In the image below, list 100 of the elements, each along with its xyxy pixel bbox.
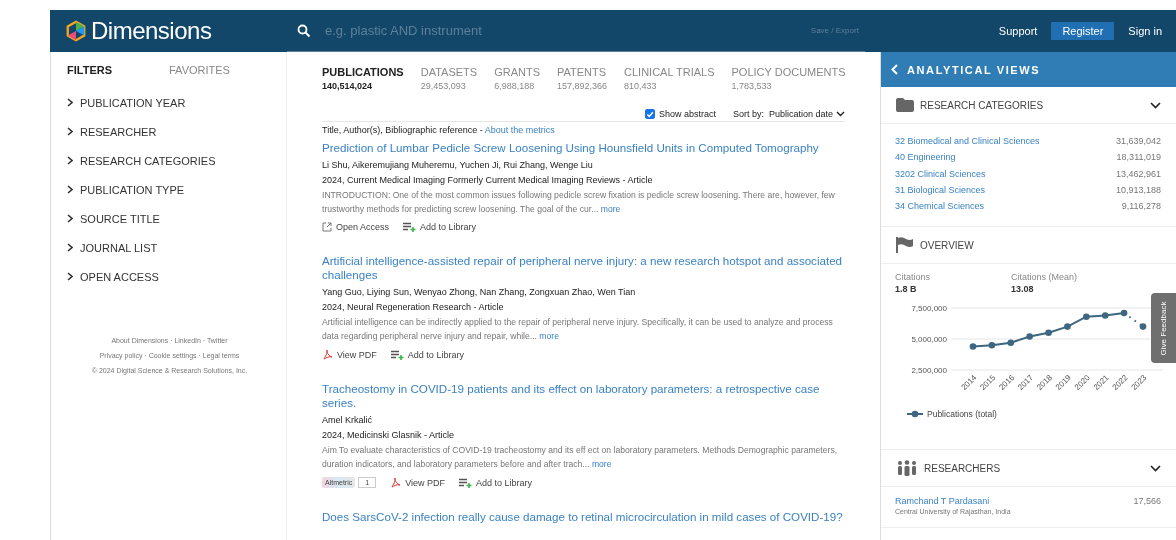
category-link[interactable]: 32 Biomedical and Clinical Sciences bbox=[895, 133, 1040, 150]
category-count: 13,462,961 bbox=[1115, 167, 1161, 181]
result-title-link[interactable]: Does SarsCoV-2 infection really cause damage to retinal microcirculation in mild cases of COVID-19? bbox=[322, 510, 847, 524]
filter-item[interactable]: RESEARCHER bbox=[80, 125, 157, 138]
chevron-right-icon bbox=[67, 214, 73, 223]
result-reference: 2024, Neural Regeneration Research - Article bbox=[322, 300, 505, 314]
category-count: 10,913,188 bbox=[1115, 183, 1161, 197]
more-link[interactable]: more bbox=[600, 204, 621, 214]
filter-item[interactable]: PUBLICATION TYPE bbox=[80, 183, 185, 196]
filter-item[interactable]: SOURCE TITLE bbox=[80, 212, 160, 225]
logo-icon bbox=[65, 20, 87, 42]
result-authors: Li Shu, Aikeremujiang Muheremu, Yuchen Ji, Rui Zhang, Wenge Liu bbox=[322, 159, 594, 172]
stat-label: Citations bbox=[895, 272, 931, 283]
add-to-list-icon bbox=[403, 222, 417, 232]
filter-item[interactable]: RESEARCH CATEGORIES bbox=[80, 154, 216, 167]
chevron-right-icon bbox=[67, 127, 73, 136]
chevron-down-icon[interactable] bbox=[1150, 465, 1161, 472]
filter-item[interactable]: OPEN ACCESS bbox=[80, 270, 159, 283]
add-to-list-icon bbox=[459, 477, 472, 488]
section-title: RESEARCHERS bbox=[924, 463, 1002, 474]
sidebar-tab[interactable]: FAVORITES bbox=[169, 64, 230, 76]
stat-value: 13.08 bbox=[1011, 284, 1035, 295]
chevron-right-icon bbox=[67, 185, 73, 194]
result-type-tab[interactable]: PATENTS 157,892,366 bbox=[556, 66, 608, 93]
add-to-library-link[interactable]: Add to Library bbox=[476, 477, 533, 488]
checkbox[interactable] bbox=[644, 109, 655, 119]
pdf-icon bbox=[390, 477, 402, 488]
result-abstract: INTRODUCTION: One of the most common issues following pedicle screw fixation is pedicle screw loosening. There are, however, few trustworthy methods for predicting screw loosening. The goal of the cur... more bbox=[322, 189, 836, 216]
feedback-tab[interactable]: Give Feedback bbox=[1151, 293, 1176, 363]
result-type-tab[interactable]: CLINICAL TRIALS 810,433 bbox=[624, 66, 715, 93]
data-point bbox=[1007, 339, 1015, 347]
external-link-icon bbox=[322, 222, 332, 232]
chevron-right-icon bbox=[67, 272, 73, 281]
section-title: RESEARCH CATEGORIES bbox=[920, 99, 1045, 111]
category-count: 9,116,278 bbox=[1121, 200, 1161, 214]
category-link[interactable]: 40 Engineering bbox=[895, 149, 956, 166]
result-reference: 2024, Medicinski Glasnik - Article bbox=[322, 428, 456, 442]
legend-marker-icon bbox=[907, 410, 923, 419]
researcher-count: 17,566 bbox=[1133, 496, 1161, 509]
header-link[interactable]: Sign in bbox=[1124, 22, 1166, 40]
filter-item[interactable]: JOURNAL LIST bbox=[80, 241, 158, 254]
result-type-tab[interactable]: PUBLICATIONS 140,514,024 bbox=[322, 66, 404, 93]
search-icon bbox=[297, 23, 311, 38]
data-point bbox=[988, 342, 996, 349]
y-axis-label: 2,500,000 bbox=[911, 366, 947, 376]
result-type-tab[interactable]: POLICY DOCUMENTS 1,783,533 bbox=[731, 66, 846, 93]
add-to-library-link[interactable]: Add to Library bbox=[407, 349, 464, 360]
data-point bbox=[1120, 310, 1128, 317]
add-to-list-icon bbox=[390, 349, 404, 360]
people-icon bbox=[896, 460, 918, 477]
folder-icon bbox=[896, 98, 914, 112]
data-point bbox=[1045, 330, 1052, 337]
result-authors: Amel Krkalić bbox=[322, 414, 373, 427]
category-count: 31,639,042 bbox=[1115, 135, 1161, 148]
flag-icon bbox=[896, 237, 914, 254]
y-axis-label: 5,000,000 bbox=[911, 335, 947, 345]
legend-label: Publications (total) bbox=[927, 409, 997, 420]
view-pdf-link[interactable]: View PDF bbox=[405, 477, 445, 488]
panel-title: ANALYTICAL VIEWS bbox=[907, 63, 1041, 76]
chevron-down-icon[interactable] bbox=[1150, 101, 1161, 109]
result-type-tab[interactable]: GRANTS 6,988,188 bbox=[494, 66, 540, 93]
y-axis-label: 7,500,000 bbox=[911, 304, 947, 314]
stat-value: 1.8 B bbox=[895, 284, 918, 295]
result-title-link[interactable]: Tracheostomy in COVID-19 patients and its effect on laboratory parameters: a retrospective case series. bbox=[322, 382, 847, 410]
register-button[interactable]: Register bbox=[1051, 22, 1115, 40]
researcher-link[interactable]: Ramchand T Pardasani bbox=[895, 496, 1011, 507]
chevron-right-icon bbox=[67, 98, 73, 107]
header-link[interactable]: Support bbox=[994, 22, 1042, 40]
data-point bbox=[1026, 333, 1033, 341]
result-title-link[interactable]: Artificial intelligence-assisted repair of peripheral nerve injury: a new research hotspot and associated challenges bbox=[322, 254, 847, 282]
category-link[interactable]: 34 Chemical Sciences bbox=[895, 198, 985, 215]
chevron-down-icon bbox=[836, 111, 845, 117]
category-link[interactable]: 3202 Clinical Sciences bbox=[895, 165, 986, 182]
chevron-right-icon bbox=[67, 243, 73, 252]
metrics-link[interactable]: About the metrics bbox=[484, 125, 555, 135]
view-pdf-link[interactable]: View PDF bbox=[337, 349, 377, 360]
logo-text[interactable]: Dimensions bbox=[91, 17, 212, 45]
sort-label: Sort by: bbox=[732, 109, 764, 119]
open-access-link[interactable]: Open Access bbox=[336, 222, 390, 232]
more-link[interactable]: more bbox=[539, 331, 559, 341]
data-point bbox=[1064, 323, 1071, 331]
section-title: OVERVIEW bbox=[920, 240, 975, 251]
result-reference: 2024, Current Medical Imaging Formerly Current Medical Imaging Reviews - Article bbox=[322, 173, 654, 187]
result-type-tab[interactable]: DATASETS 29,453,093 bbox=[420, 66, 478, 93]
result-title-link[interactable]: Prediction of Lumbar Pedicle Screw Loosening Using Hounsfield Units in Computed Tomography bbox=[322, 141, 847, 155]
chevron-right-icon bbox=[67, 156, 73, 165]
data-point bbox=[969, 343, 977, 351]
category-count: 18,311,019 bbox=[1116, 151, 1161, 165]
stat-label: Citations (Mean) bbox=[1011, 272, 1079, 283]
checkbox-label: Show abstract bbox=[658, 109, 716, 119]
data-point bbox=[1139, 323, 1147, 331]
filter-item[interactable]: PUBLICATION YEAR bbox=[80, 96, 186, 109]
sort-dropdown[interactable]: Publication date bbox=[768, 109, 845, 119]
result-abstract: Aim To evaluate characteristics of COVID-19 tracheostomy and its eff ect on laboratory parameters. Methods Demographic parameters, duration indicators, and laboratory parameters before and after trach... more bbox=[322, 444, 839, 471]
back-chevron-icon[interactable] bbox=[891, 64, 898, 75]
category-link[interactable]: 31 Biological Sciences bbox=[895, 181, 986, 199]
data-point bbox=[1101, 312, 1109, 320]
more-link[interactable]: more bbox=[591, 459, 612, 469]
data-point bbox=[1083, 313, 1090, 321]
add-to-library-link[interactable]: Add to Library bbox=[420, 222, 477, 232]
